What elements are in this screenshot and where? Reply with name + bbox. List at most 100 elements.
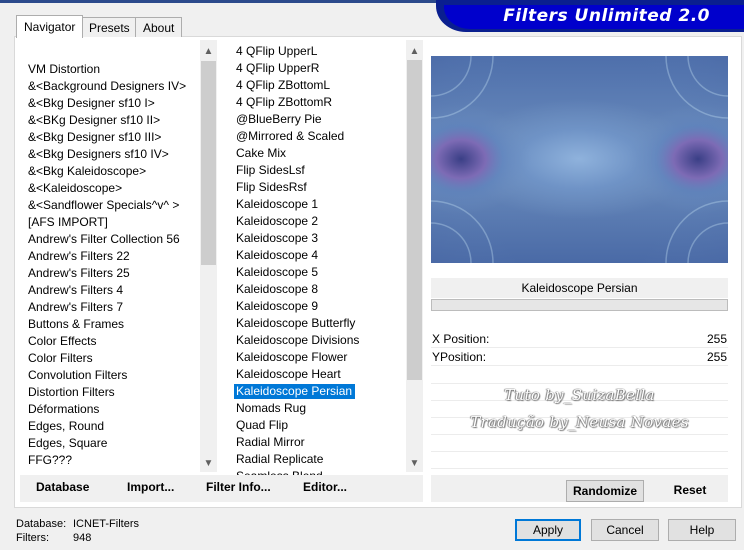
- filter-list-item[interactable]: Flip SidesRsf: [234, 179, 406, 196]
- tab-presets[interactable]: Presets: [81, 17, 138, 37]
- category-scroll-thumb[interactable]: [201, 61, 216, 265]
- category-list-item[interactable]: Film Frame Collection: [26, 469, 200, 472]
- param-label: X Position:: [432, 332, 490, 346]
- scroll-up-icon[interactable]: ▲: [406, 43, 423, 60]
- filter-list-item[interactable]: Quad Flip: [234, 417, 406, 434]
- apply-button[interactable]: Apply: [515, 519, 581, 541]
- category-list-item[interactable]: Distortion Filters: [26, 384, 200, 401]
- filter-list-item[interactable]: Kaleidoscope Persian: [234, 383, 406, 400]
- filter-list-item[interactable]: Radial Mirror: [234, 434, 406, 451]
- category-scrollbar[interactable]: ▲ ▼: [200, 40, 217, 472]
- list-item-label: Color Filters: [28, 351, 93, 365]
- category-list-item[interactable]: Andrew's Filters 22: [26, 248, 200, 265]
- scroll-down-icon[interactable]: ▼: [200, 455, 217, 472]
- cancel-button[interactable]: Cancel: [591, 519, 659, 541]
- category-list-item[interactable]: Color Effects: [26, 333, 200, 350]
- param-y-position[interactable]: YPosition: 255: [431, 349, 728, 366]
- reset-button[interactable]: Reset: [660, 480, 720, 502]
- list-item-label: Kaleidoscope 3: [236, 231, 319, 245]
- filter-list-item[interactable]: Kaleidoscope 3: [234, 230, 406, 247]
- category-list-item[interactable]: &<Bkg Designers sf10 IV>: [26, 146, 200, 163]
- filter-list[interactable]: 4 QFlip UpperL 4 QFlip UpperR 4 QFlip ZBot…: [234, 43, 406, 475]
- category-list-item[interactable]: FFG???: [26, 452, 200, 469]
- list-item-label: Flip SidesLsf: [236, 163, 305, 177]
- list-item-label: Edges, Square: [28, 436, 108, 450]
- category-list-item[interactable]: &<Bkg Designer sf10 III>: [26, 129, 200, 146]
- filter-list-item[interactable]: Flip SidesLsf: [234, 162, 406, 179]
- filter-list-item[interactable]: Kaleidoscope 4: [234, 247, 406, 264]
- category-list-item[interactable]: Andrew's Filters 7: [26, 299, 200, 316]
- filter-list-item[interactable]: @Mirrored & Scaled: [234, 128, 406, 145]
- scroll-down-icon[interactable]: ▼: [406, 455, 423, 472]
- help-button[interactable]: Help: [668, 519, 736, 541]
- filter-list-item[interactable]: Radial Replicate: [234, 451, 406, 468]
- tab-about[interactable]: About: [135, 17, 183, 37]
- list-item-label: Kaleidoscope 2: [236, 214, 319, 228]
- category-list-item[interactable]: Andrew's Filter Collection 56: [26, 231, 200, 248]
- category-list[interactable]: VM Distortion &<Background Designers IV> &…: [26, 61, 200, 472]
- filter-list-item[interactable]: 4 QFlip ZBottomR: [234, 94, 406, 111]
- scroll-up-icon[interactable]: ▲: [200, 43, 217, 60]
- filter-list-item[interactable]: Kaleidoscope Butterfly: [234, 315, 406, 332]
- list-item-label: [AFS IMPORT]: [28, 215, 108, 229]
- filter-scroll-thumb[interactable]: [407, 60, 422, 380]
- category-list-item[interactable]: &<Sandflower Specials^v^ >: [26, 197, 200, 214]
- category-list-item[interactable]: Andrew's Filters 25: [26, 265, 200, 282]
- editor-button[interactable]: Editor...: [303, 480, 347, 494]
- category-list-item[interactable]: &<Background Designers IV>: [26, 78, 200, 95]
- filter-list-item[interactable]: Kaleidoscope 1: [234, 196, 406, 213]
- import-button[interactable]: Import...: [127, 480, 174, 494]
- list-item-label: Kaleidoscope 9: [236, 299, 319, 313]
- app-logo-text: Filters Unlimited 2.0: [503, 6, 710, 26]
- filter-list-item[interactable]: Kaleidoscope Flower: [234, 349, 406, 366]
- filter-list-item[interactable]: Kaleidoscope Divisions: [234, 332, 406, 349]
- filter-list-item[interactable]: 4 QFlip UpperL: [234, 43, 406, 60]
- filter-list-item[interactable]: Nomads Rug: [234, 400, 406, 417]
- filter-list-item[interactable]: Seamless Blend: [234, 468, 406, 475]
- list-item-label: Kaleidoscope Divisions: [236, 333, 360, 347]
- list-item-label: &<Bkg Designers sf10 IV>: [28, 147, 169, 161]
- category-list-item[interactable]: &<BKg Designer sf10 II>: [26, 112, 200, 129]
- category-list-item[interactable]: Andrew's Filters 4: [26, 282, 200, 299]
- category-list-item[interactable]: Edges, Square: [26, 435, 200, 452]
- category-list-item[interactable]: Edges, Round: [26, 418, 200, 435]
- status-filters-label: Filters:: [16, 532, 49, 544]
- filter-list-item[interactable]: 4 QFlip ZBottomL: [234, 77, 406, 94]
- list-item-label: Kaleidoscope Persian: [234, 384, 356, 399]
- category-list-item[interactable]: &<Kaleidoscope>: [26, 180, 200, 197]
- list-item-label: @Mirrored & Scaled: [236, 129, 345, 143]
- filter-list-item[interactable]: Kaleidoscope 2: [234, 213, 406, 230]
- list-item-label: &<Bkg Designer sf10 III>: [28, 130, 162, 144]
- category-list-item[interactable]: VM Distortion: [26, 61, 200, 78]
- filter-list-item[interactable]: Kaleidoscope Heart: [234, 366, 406, 383]
- filter-list-item[interactable]: 4 QFlip UpperR: [234, 60, 406, 77]
- param-value: 255: [706, 332, 727, 346]
- randomize-button[interactable]: Randomize: [566, 480, 644, 502]
- filter-list-item[interactable]: Kaleidoscope 9: [234, 298, 406, 315]
- category-list-item[interactable]: Buttons & Frames: [26, 316, 200, 333]
- tab-navigator[interactable]: Navigator: [16, 15, 84, 38]
- filter-scrollbar[interactable]: ▲ ▼: [406, 40, 423, 472]
- filter-list-item[interactable]: @BlueBerry Pie: [234, 111, 406, 128]
- list-item-label: Kaleidoscope Butterfly: [236, 316, 356, 330]
- list-item-label: Andrew's Filters 25: [28, 266, 130, 280]
- list-item-label: Edges, Round: [28, 419, 105, 433]
- category-list-item[interactable]: &<Bkg Kaleidoscope>: [26, 163, 200, 180]
- filter-preview: [431, 56, 728, 263]
- list-item-label: Film Frame Collection: [28, 470, 145, 472]
- category-list-item[interactable]: Color Filters: [26, 350, 200, 367]
- category-list-item[interactable]: Déformations: [26, 401, 200, 418]
- filter-list-item[interactable]: Cake Mix: [234, 145, 406, 162]
- category-list-item[interactable]: [AFS IMPORT]: [26, 214, 200, 231]
- database-button[interactable]: Database: [36, 480, 89, 494]
- param-x-position[interactable]: X Position: 255: [431, 331, 728, 348]
- list-item-label: &<Bkg Kaleidoscope>: [28, 164, 147, 178]
- category-list-item[interactable]: Convolution Filters: [26, 367, 200, 384]
- filter-list-item[interactable]: Kaleidoscope 5: [234, 264, 406, 281]
- filter-info-button[interactable]: Filter Info...: [206, 480, 271, 494]
- list-item-label: &<Bkg Designer sf10 I>: [28, 96, 155, 110]
- list-item-label: Kaleidoscope Heart: [236, 367, 341, 381]
- category-list-item[interactable]: &<Bkg Designer sf10 I>: [26, 95, 200, 112]
- list-item-label: Kaleidoscope 4: [236, 248, 319, 262]
- filter-list-item[interactable]: Kaleidoscope 8: [234, 281, 406, 298]
